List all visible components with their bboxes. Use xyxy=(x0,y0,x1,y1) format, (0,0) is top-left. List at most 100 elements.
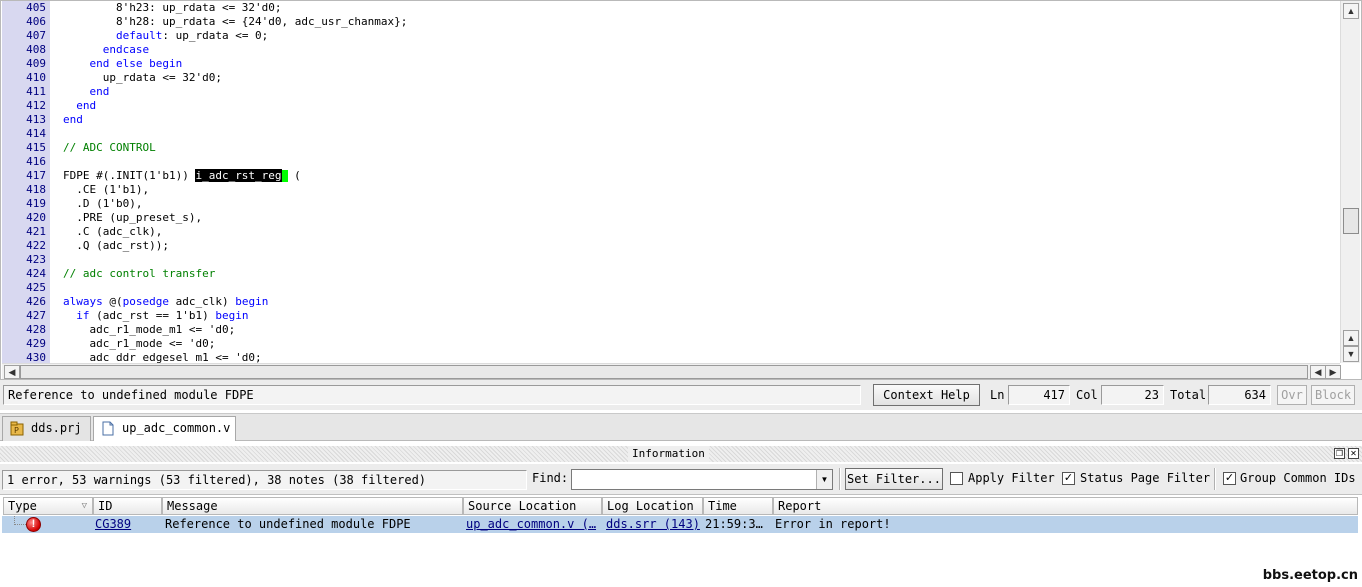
group-common-ids-label: Group Common IDs xyxy=(1240,471,1356,485)
find-label: Find: xyxy=(532,471,569,485)
context-help-button[interactable]: Context Help xyxy=(873,384,980,406)
close-icon[interactable]: ✕ xyxy=(1348,448,1359,459)
report-text: Error in report! xyxy=(775,517,891,531)
project-icon: P xyxy=(10,421,24,436)
code-line[interactable]: // adc control transfer xyxy=(51,267,1339,281)
scroll-down-arrow-top[interactable]: ▲ xyxy=(1343,330,1359,346)
tree-connector xyxy=(14,516,26,525)
line-number: 416 xyxy=(26,155,46,168)
scroll-down-button[interactable]: ▼ xyxy=(1343,346,1359,362)
line-number: 410 xyxy=(26,71,46,84)
horizontal-scrollbar[interactable]: ◀ ◀ ▶ xyxy=(2,363,1341,379)
line-number-field: 417 xyxy=(1008,385,1070,405)
line-number: 430 xyxy=(26,351,46,363)
code-line[interactable]: up_rdata <= 32'd0; xyxy=(51,71,1339,85)
code-line[interactable] xyxy=(51,155,1339,169)
column-header-report[interactable]: Report xyxy=(773,497,1358,515)
find-combobox[interactable]: ▼ xyxy=(571,469,833,490)
code-line[interactable]: .D (1'b0), xyxy=(51,197,1339,211)
line-number: 412 xyxy=(26,99,46,112)
line-number: 415 xyxy=(26,141,46,154)
message-id-link[interactable]: CG389 xyxy=(95,516,161,533)
vertical-scroll-thumb[interactable] xyxy=(1343,208,1359,234)
code-line[interactable] xyxy=(51,281,1339,295)
code-line[interactable]: adc_r1_mode_m1 <= 'd0; xyxy=(51,323,1339,337)
line-number: 418 xyxy=(26,183,46,196)
column-header-type[interactable]: Type ▽ xyxy=(3,497,93,515)
column-header-source-location[interactable]: Source Location xyxy=(463,497,602,515)
code-line[interactable]: end xyxy=(51,113,1339,127)
code-line[interactable]: end else begin xyxy=(51,57,1339,71)
text-cursor xyxy=(281,170,288,182)
code-line[interactable]: .C (adc_clk), xyxy=(51,225,1339,239)
message-text: Reference to undefined module FDPE xyxy=(165,517,411,531)
group-common-ids-checkbox[interactable]: ✓ xyxy=(1223,472,1236,485)
information-toolbar: 1 error, 53 warnings (53 filtered), 38 n… xyxy=(0,464,1362,494)
code-line[interactable]: end xyxy=(51,85,1339,99)
total-label: Total xyxy=(1170,388,1207,402)
line-number: 414 xyxy=(26,127,46,140)
restore-icon[interactable]: ❐ xyxy=(1334,448,1345,459)
code-area[interactable]: 8'h23: up_rdata <= 32'd0; 8'h28: up_rdat… xyxy=(51,1,1339,363)
line-number: 413 xyxy=(26,113,46,126)
tab-dds-prj[interactable]: P dds.prj xyxy=(2,416,91,441)
code-line[interactable]: .PRE (up_preset_s), xyxy=(51,211,1339,225)
apply-filter-checkbox[interactable] xyxy=(950,472,963,485)
messages-table: Type ▽ ID Message Source Location Log Lo… xyxy=(0,494,1362,587)
line-number: 417 xyxy=(26,169,46,182)
code-line[interactable]: 8'h28: up_rdata <= {24'd0, adc_usr_chanm… xyxy=(51,15,1339,29)
file-tab-bar: P dds.prj up_adc_common.v xyxy=(0,413,1362,441)
code-line[interactable]: // ADC CONTROL xyxy=(51,141,1339,155)
status-page-filter-checkbox[interactable]: ✓ xyxy=(1062,472,1075,485)
code-line[interactable]: default: up_rdata <= 0; xyxy=(51,29,1339,43)
code-line[interactable]: end xyxy=(51,99,1339,113)
scroll-left-button[interactable]: ◀ xyxy=(4,365,20,379)
status-page-filter-label: Status Page Filter xyxy=(1080,471,1211,485)
source-location-link[interactable]: up_adc_common.v (… xyxy=(466,516,602,533)
line-number: 420 xyxy=(26,211,46,224)
horizontal-scroll-thumb[interactable] xyxy=(20,365,1308,379)
code-line[interactable]: 8'h23: up_rdata <= 32'd0; xyxy=(51,1,1339,15)
column-header-time[interactable]: Time xyxy=(703,497,773,515)
line-number: 408 xyxy=(26,43,46,56)
line-number: 411 xyxy=(26,85,46,98)
line-number: 407 xyxy=(26,29,46,42)
code-line[interactable]: adc_ddr_edgesel_m1 <= 'd0; xyxy=(51,351,1339,363)
set-filter-button[interactable]: Set Filter... xyxy=(845,468,943,490)
column-header-message[interactable]: Message xyxy=(162,497,463,515)
chevron-down-icon[interactable]: ▼ xyxy=(816,470,832,489)
line-number: 406 xyxy=(26,15,46,28)
tab-up-adc-common-v[interactable]: up_adc_common.v xyxy=(93,416,236,441)
code-editor[interactable]: 405 406 407 408 409 410 411 412 413 414 415 416 417 4… xyxy=(0,0,1362,380)
status-message: Reference to undefined module FDPE xyxy=(3,385,861,405)
code-line[interactable]: always @(posedge adc_clk) begin xyxy=(51,295,1339,309)
column-header-log-location[interactable]: Log Location xyxy=(602,497,703,515)
apply-filter-label: Apply Filter xyxy=(968,471,1055,485)
scroll-left-button-2[interactable]: ◀ xyxy=(1310,365,1326,379)
tab-label: dds.prj xyxy=(31,421,82,435)
log-location-link[interactable]: dds.srr (143) xyxy=(606,516,703,533)
line-number: 425 xyxy=(26,281,46,294)
code-line[interactable]: .CE (1'b1), xyxy=(51,183,1339,197)
error-icon: ! xyxy=(26,517,41,532)
code-line[interactable]: if (adc_rst == 1'b1) begin xyxy=(51,309,1339,323)
table-row[interactable]: ! CG389 Reference to undefined module FD… xyxy=(2,516,1358,533)
block-mode-indicator[interactable]: Block xyxy=(1311,385,1355,405)
code-line[interactable] xyxy=(51,253,1339,267)
line-number: 409 xyxy=(26,57,46,70)
vertical-scrollbar[interactable]: ▲ ▲ ▼ xyxy=(1340,1,1360,363)
code-line[interactable]: adc_r1_mode <= 'd0; xyxy=(51,337,1339,351)
find-input[interactable] xyxy=(574,471,814,488)
code-line[interactable]: endcase xyxy=(51,43,1339,57)
scroll-right-button[interactable]: ▶ xyxy=(1325,365,1341,379)
tab-label: up_adc_common.v xyxy=(122,421,231,435)
code-line[interactable] xyxy=(51,127,1339,141)
column-header-id[interactable]: ID xyxy=(93,497,162,515)
code-line[interactable]: FDPE #(.INIT(1'b1)) i_adc_rst_reg ( xyxy=(51,169,1339,183)
line-number: 405 xyxy=(26,1,46,14)
overwrite-indicator[interactable]: Ovr xyxy=(1277,385,1307,405)
line-number: 421 xyxy=(26,225,46,238)
scroll-up-button[interactable]: ▲ xyxy=(1343,3,1359,19)
sort-filter-icon[interactable]: ▽ xyxy=(82,498,87,514)
code-line[interactable]: .Q (adc_rst)); xyxy=(51,239,1339,253)
